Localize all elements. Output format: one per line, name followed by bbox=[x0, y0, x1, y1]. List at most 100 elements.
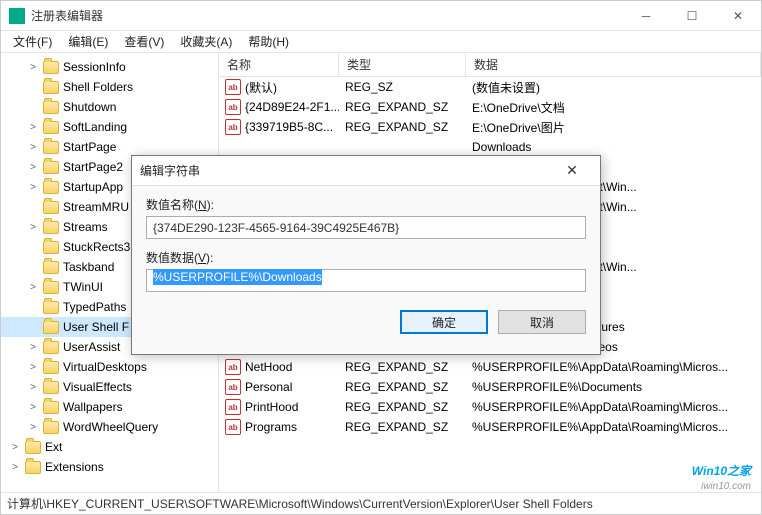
folder-icon bbox=[43, 201, 59, 214]
value-data: E:\OneDrive\文档 bbox=[466, 99, 761, 116]
value-data-field[interactable]: %USERPROFILE%\Downloads bbox=[146, 269, 586, 292]
expand-icon[interactable]: > bbox=[27, 342, 39, 353]
tree-label: StuckRects3 bbox=[63, 240, 130, 254]
folder-icon bbox=[43, 301, 59, 314]
folder-icon bbox=[43, 401, 59, 414]
expand-icon[interactable]: > bbox=[27, 182, 39, 193]
value-name: NetHood bbox=[245, 360, 292, 374]
tree-item[interactable]: >Shell Folders bbox=[1, 77, 218, 97]
list-row[interactable]: Downloads bbox=[219, 137, 761, 157]
tree-label: Ext bbox=[45, 440, 62, 454]
tree-label: VisualEffects bbox=[63, 380, 132, 394]
value-type: REG_EXPAND_SZ bbox=[339, 100, 466, 114]
folder-icon bbox=[43, 121, 59, 134]
expand-icon[interactable]: > bbox=[9, 462, 21, 473]
expand-icon[interactable]: > bbox=[9, 442, 21, 453]
value-name: PrintHood bbox=[245, 400, 298, 414]
col-header-data[interactable]: 数据 bbox=[466, 53, 761, 76]
tree-item[interactable]: > SessionInfo bbox=[1, 57, 218, 77]
tree-label: StartupApp bbox=[63, 180, 123, 194]
folder-icon bbox=[43, 281, 59, 294]
value-type: REG_SZ bbox=[339, 80, 466, 94]
menu-help[interactable]: 帮助(H) bbox=[240, 31, 297, 52]
tree-label: SessionInfo bbox=[63, 60, 126, 74]
dialog-title: 编辑字符串 bbox=[140, 162, 552, 179]
tree-label: VirtualDesktops bbox=[63, 360, 147, 374]
tree-item[interactable]: > Ext bbox=[1, 437, 218, 457]
expand-icon[interactable]: > bbox=[27, 222, 39, 233]
value-name-label: 数值名称(N): bbox=[146, 196, 586, 213]
list-row[interactable]: abNetHoodREG_EXPAND_SZ%USERPROFILE%\AppD… bbox=[219, 357, 761, 377]
value-name-field[interactable] bbox=[146, 216, 586, 239]
statusbar: 计算机\HKEY_CURRENT_USER\SOFTWARE\Microsoft… bbox=[1, 492, 761, 514]
dialog-close-button[interactable]: ✕ bbox=[552, 162, 592, 179]
value-type: REG_EXPAND_SZ bbox=[339, 360, 466, 374]
tree-label: User Shell F bbox=[63, 320, 129, 334]
close-button[interactable]: ✕ bbox=[715, 1, 761, 31]
expand-icon[interactable]: > bbox=[27, 422, 39, 433]
menu-view[interactable]: 查看(V) bbox=[116, 31, 172, 52]
tree-item[interactable]: >SoftLanding bbox=[1, 117, 218, 137]
value-type: REG_EXPAND_SZ bbox=[339, 120, 466, 134]
tree-label: StartPage bbox=[63, 140, 116, 154]
expand-icon[interactable]: > bbox=[27, 122, 39, 133]
menubar: 文件(F) 编辑(E) 查看(V) 收藏夹(A) 帮助(H) bbox=[1, 31, 761, 53]
tree-label: WordWheelQuery bbox=[63, 420, 158, 434]
tree-label: Taskband bbox=[63, 260, 114, 274]
expand-icon[interactable]: > bbox=[27, 382, 39, 393]
value-type: REG_EXPAND_SZ bbox=[339, 380, 466, 394]
expand-icon[interactable]: > bbox=[27, 62, 39, 73]
list-row[interactable]: ab {339719B5-8C... REG_EXPAND_SZE:\OneDriv… bbox=[219, 117, 761, 137]
expand-icon[interactable]: > bbox=[27, 362, 39, 373]
string-value-icon: ab bbox=[225, 359, 241, 375]
titlebar: 注册表编辑器 ─ ☐ ✕ bbox=[1, 1, 761, 31]
value-data: E:\OneDrive\图片 bbox=[466, 119, 761, 136]
string-value-icon: ab bbox=[225, 379, 241, 395]
folder-icon bbox=[43, 161, 59, 174]
menu-file[interactable]: 文件(F) bbox=[5, 31, 60, 52]
folder-icon bbox=[43, 321, 59, 334]
folder-icon bbox=[43, 61, 59, 74]
cancel-button[interactable]: 取消 bbox=[498, 310, 586, 334]
edit-string-dialog: 编辑字符串 ✕ 数值名称(N): 数值数据(V): %USERPROFILE%\… bbox=[131, 155, 601, 355]
folder-icon bbox=[43, 361, 59, 374]
tree-item[interactable]: > VisualEffects bbox=[1, 377, 218, 397]
expand-icon[interactable]: > bbox=[27, 142, 39, 153]
value-data: Downloads bbox=[466, 140, 761, 154]
tree-item[interactable]: > WordWheelQuery bbox=[1, 417, 218, 437]
tree-label: UserAssist bbox=[63, 340, 120, 354]
list-row[interactable]: abProgramsREG_EXPAND_SZ%USERPROFILE%\App… bbox=[219, 417, 761, 437]
folder-icon bbox=[43, 221, 59, 234]
tree-item[interactable]: >Shutdown bbox=[1, 97, 218, 117]
menu-fav[interactable]: 收藏夹(A) bbox=[172, 31, 240, 52]
value-data-label: 数值数据(V): bbox=[146, 249, 586, 266]
folder-icon bbox=[43, 101, 59, 114]
tree-item[interactable]: > StartPage bbox=[1, 137, 218, 157]
value-data: (数值未设置) bbox=[466, 79, 761, 96]
folder-icon bbox=[43, 181, 59, 194]
col-header-name[interactable]: 名称 bbox=[219, 53, 339, 76]
folder-icon bbox=[25, 441, 41, 454]
list-row[interactable]: ab(默认)REG_SZ(数值未设置) bbox=[219, 77, 761, 97]
list-row[interactable]: abPrintHoodREG_EXPAND_SZ%USERPROFILE%\Ap… bbox=[219, 397, 761, 417]
tree-label: StartPage2 bbox=[63, 160, 123, 174]
tree-item[interactable]: >Extensions bbox=[1, 457, 218, 477]
col-header-type[interactable]: 类型 bbox=[339, 53, 466, 76]
folder-icon bbox=[43, 341, 59, 354]
expand-icon[interactable]: > bbox=[27, 162, 39, 173]
tree-item[interactable]: >Wallpapers bbox=[1, 397, 218, 417]
folder-icon bbox=[43, 421, 59, 434]
string-value-icon: ab bbox=[225, 119, 241, 135]
maximize-button[interactable]: ☐ bbox=[669, 1, 715, 31]
tree-item[interactable]: > VirtualDesktops bbox=[1, 357, 218, 377]
value-name: {339719B5-8C... bbox=[245, 120, 333, 134]
folder-icon bbox=[43, 381, 59, 394]
minimize-button[interactable]: ─ bbox=[623, 1, 669, 31]
menu-edit[interactable]: 编辑(E) bbox=[60, 31, 116, 52]
list-row[interactable]: ab{24D89E24-2F1...REG_EXPAND_SZE:\OneDri… bbox=[219, 97, 761, 117]
ok-button[interactable]: 确定 bbox=[400, 310, 488, 334]
expand-icon[interactable]: > bbox=[27, 282, 39, 293]
expand-icon[interactable]: > bbox=[27, 402, 39, 413]
list-row[interactable]: abPersonalREG_EXPAND_SZ%USERPROFILE%\Doc… bbox=[219, 377, 761, 397]
value-name: Personal bbox=[245, 380, 292, 394]
